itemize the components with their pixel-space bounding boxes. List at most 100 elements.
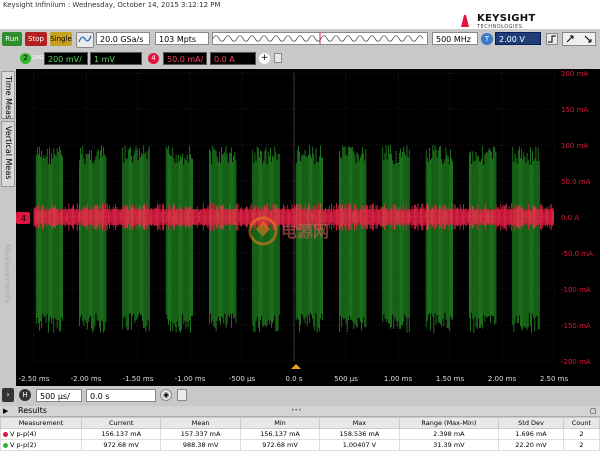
trigger-slope-button[interactable] — [546, 33, 558, 45]
results-panel: ▶ Results ••• ▢ Measurement Current Mean Mi… — [0, 406, 600, 459]
zoom-button[interactable]: ◉ — [160, 389, 172, 401]
memory-depth-field[interactable]: 103 Mpts — [155, 32, 209, 45]
run-button[interactable]: Run — [2, 32, 22, 46]
x-axis-labels: -2.50 ms -2.00 ms -1.50 ms -1.00 ms -500 µs 0… — [19, 375, 569, 383]
zoom-lens-icon: ◉ — [162, 391, 170, 399]
ch2-coupling: 1MΩ — [32, 55, 44, 61]
x-axis-tick-label: -2.00 ms — [71, 375, 102, 383]
x-axis-tick-label: 0.0 s — [285, 375, 302, 383]
results-row[interactable]: V p-p(2) 972.68 mV 988.38 mV 972.68 mV 1.004… — [0, 439, 600, 451]
left-sidebar: Time Meas Vertical Meas Measurements — [0, 69, 17, 389]
results-column-header[interactable]: Std Dev — [498, 417, 564, 429]
horizontal-badge[interactable]: H — [19, 389, 31, 401]
zoom-icon — [566, 35, 592, 43]
channel-menu-button[interactable] — [274, 53, 282, 63]
measurement-name: V p-p(2) — [0, 439, 82, 451]
ch4-scale-field[interactable]: 50.0 mA/ — [163, 52, 207, 65]
results-column-header[interactable]: Min — [239, 417, 321, 429]
watermark-text: 电源网 — [281, 222, 329, 241]
results-columns: Measurement Current Mean Min Max Range (Max-M… — [0, 417, 600, 429]
tab-time-meas[interactable]: Time Meas — [1, 71, 15, 119]
ch2-offset-field[interactable]: 1 mV — [90, 52, 142, 65]
right-axis-tick-label: -50.0 mA — [561, 250, 593, 258]
stop-button[interactable]: Stop — [25, 32, 47, 46]
x-axis-tick-label: 1.00 ms — [384, 375, 413, 383]
chevron-right-icon: › — [6, 390, 10, 399]
measurement-std: 22.20 mV — [498, 439, 564, 451]
keysight-wave-icon — [455, 15, 475, 27]
acquisition-toolbar: Run Stop Single 20.0 GSa/s 103 Mpts 500 … — [0, 29, 600, 50]
results-grip-icon[interactable]: ••• — [291, 406, 302, 416]
results-column-header[interactable]: Range (Max-Min) — [398, 417, 500, 429]
tab-vertical-meas[interactable]: Vertical Meas — [1, 121, 15, 187]
measurement-count: 2 — [562, 439, 600, 451]
results-column-header[interactable]: Measurement — [0, 417, 82, 429]
sidebar-collapse-button[interactable]: › — [2, 388, 14, 402]
trigger-channel-badge[interactable]: T — [481, 33, 493, 45]
measurement-max: 1.00407 V — [319, 439, 400, 451]
x-axis-tick-label: -1.50 ms — [123, 375, 154, 383]
results-row[interactable]: V p-p(4) 156.137 mA 157.337 mA 156.137 mA 15… — [0, 428, 600, 440]
trigger-position-marker[interactable] — [291, 364, 301, 369]
ch4-offset-field[interactable]: 0.0 A — [210, 52, 256, 65]
ch2-scale-field[interactable]: 200 mV/ — [44, 52, 88, 65]
measurement-current: 972.68 mV — [80, 439, 162, 451]
timebase-position-field[interactable]: 0.0 s — [86, 389, 156, 402]
window-title: Keysight Infiniium : Wednesday, October … — [0, 0, 600, 11]
rising-edge-icon — [548, 35, 556, 43]
ch2-badge[interactable]: 2 — [20, 53, 31, 64]
overview-sine-icon — [213, 33, 424, 44]
x-axis-tick-label: 2.50 ms — [540, 375, 569, 383]
ch4-badge[interactable]: 4 — [148, 53, 159, 64]
right-axis-tick-label: 200 mA — [561, 70, 588, 78]
sample-rate-field[interactable]: 20.0 GSa/s — [96, 32, 150, 45]
measurement-min: 972.68 mV — [239, 439, 321, 451]
x-axis-tick-label: -2.50 ms — [19, 375, 50, 383]
results-title: Results — [18, 406, 47, 415]
brand-name: KEYSIGHT — [477, 13, 536, 24]
waveform-overview[interactable] — [212, 32, 428, 45]
results-column-header[interactable]: Current — [80, 417, 162, 429]
x-axis-tick-label: 1.50 ms — [436, 375, 465, 383]
measurements-label: Measurements — [3, 244, 12, 304]
x-axis-tick-label: -1.00 ms — [175, 375, 206, 383]
results-column-header[interactable]: Mean — [160, 417, 241, 429]
measurement-max: 158.536 mA — [319, 428, 400, 440]
results-table: Measurement Current Mean Min Max Range (Max-M… — [0, 417, 600, 451]
keysight-logo: KEYSIGHT TECHNOLOGIES — [455, 11, 600, 31]
right-axis-tick-label: 50.0 mA — [561, 178, 591, 186]
single-button[interactable]: Single — [50, 32, 72, 46]
channel-bar: 2 1MΩ 200 mV/ 1 mV 4 50.0 mA/ 0.0 A + — [0, 49, 600, 69]
measurement-range: 31.39 mV — [398, 439, 500, 451]
display-layout-button[interactable] — [562, 32, 596, 46]
add-channel-button[interactable]: + — [259, 53, 270, 64]
results-column-header[interactable]: Count — [562, 417, 600, 429]
right-axis-labels: 200 mA 150 mA 100 mA 50.0 mA 0.0 A -50.0 mA -1… — [561, 70, 593, 366]
measurement-std: 1.696 mA — [498, 428, 564, 440]
results-column-header[interactable]: Max — [319, 417, 400, 429]
right-axis-tick-label: 100 mA — [561, 142, 588, 150]
right-axis-tick-label: -200 mA — [561, 358, 591, 366]
bandwidth-field[interactable]: 500 MHz — [432, 32, 478, 45]
autoscale-button[interactable] — [76, 32, 94, 48]
x-axis-tick-label: 2.00 ms — [488, 375, 517, 383]
channel-dot-icon — [3, 431, 8, 437]
measurement-name: V p-p(4) — [0, 428, 82, 440]
timebase-menu-button[interactable] — [177, 389, 187, 401]
autoscale-icon — [78, 35, 92, 43]
trigger-level-field[interactable]: 2.00 V — [495, 32, 541, 45]
results-close-icon[interactable]: ▢ — [590, 406, 597, 416]
x-axis-tick-label: -500 µs — [229, 375, 256, 383]
x-axis-tick-label: 500 µs — [334, 375, 358, 383]
timebase-scale-field[interactable]: 500 µs/ — [36, 389, 82, 402]
measurement-min: 156.137 mA — [239, 428, 321, 440]
waveform-display[interactable]: 电源网 200 mA 150 mA 100 mA 50.0 mA 0.0 A -50.0 … — [16, 69, 600, 389]
right-axis-tick-label: 0.0 A — [561, 214, 579, 222]
timebase-bar: › H 500 µs/ 0.0 s ◉ — [0, 386, 600, 406]
results-icon: ▶ — [3, 407, 9, 415]
measurement-mean: 988.38 mV — [160, 439, 241, 451]
results-header: ▶ Results ••• ▢ — [0, 406, 600, 417]
waveform-canvas: 电源网 200 mA 150 mA 100 mA 50.0 mA 0.0 A -50.0 … — [16, 70, 593, 383]
plus-icon: + — [260, 53, 269, 63]
measurement-mean: 157.337 mA — [160, 428, 241, 440]
